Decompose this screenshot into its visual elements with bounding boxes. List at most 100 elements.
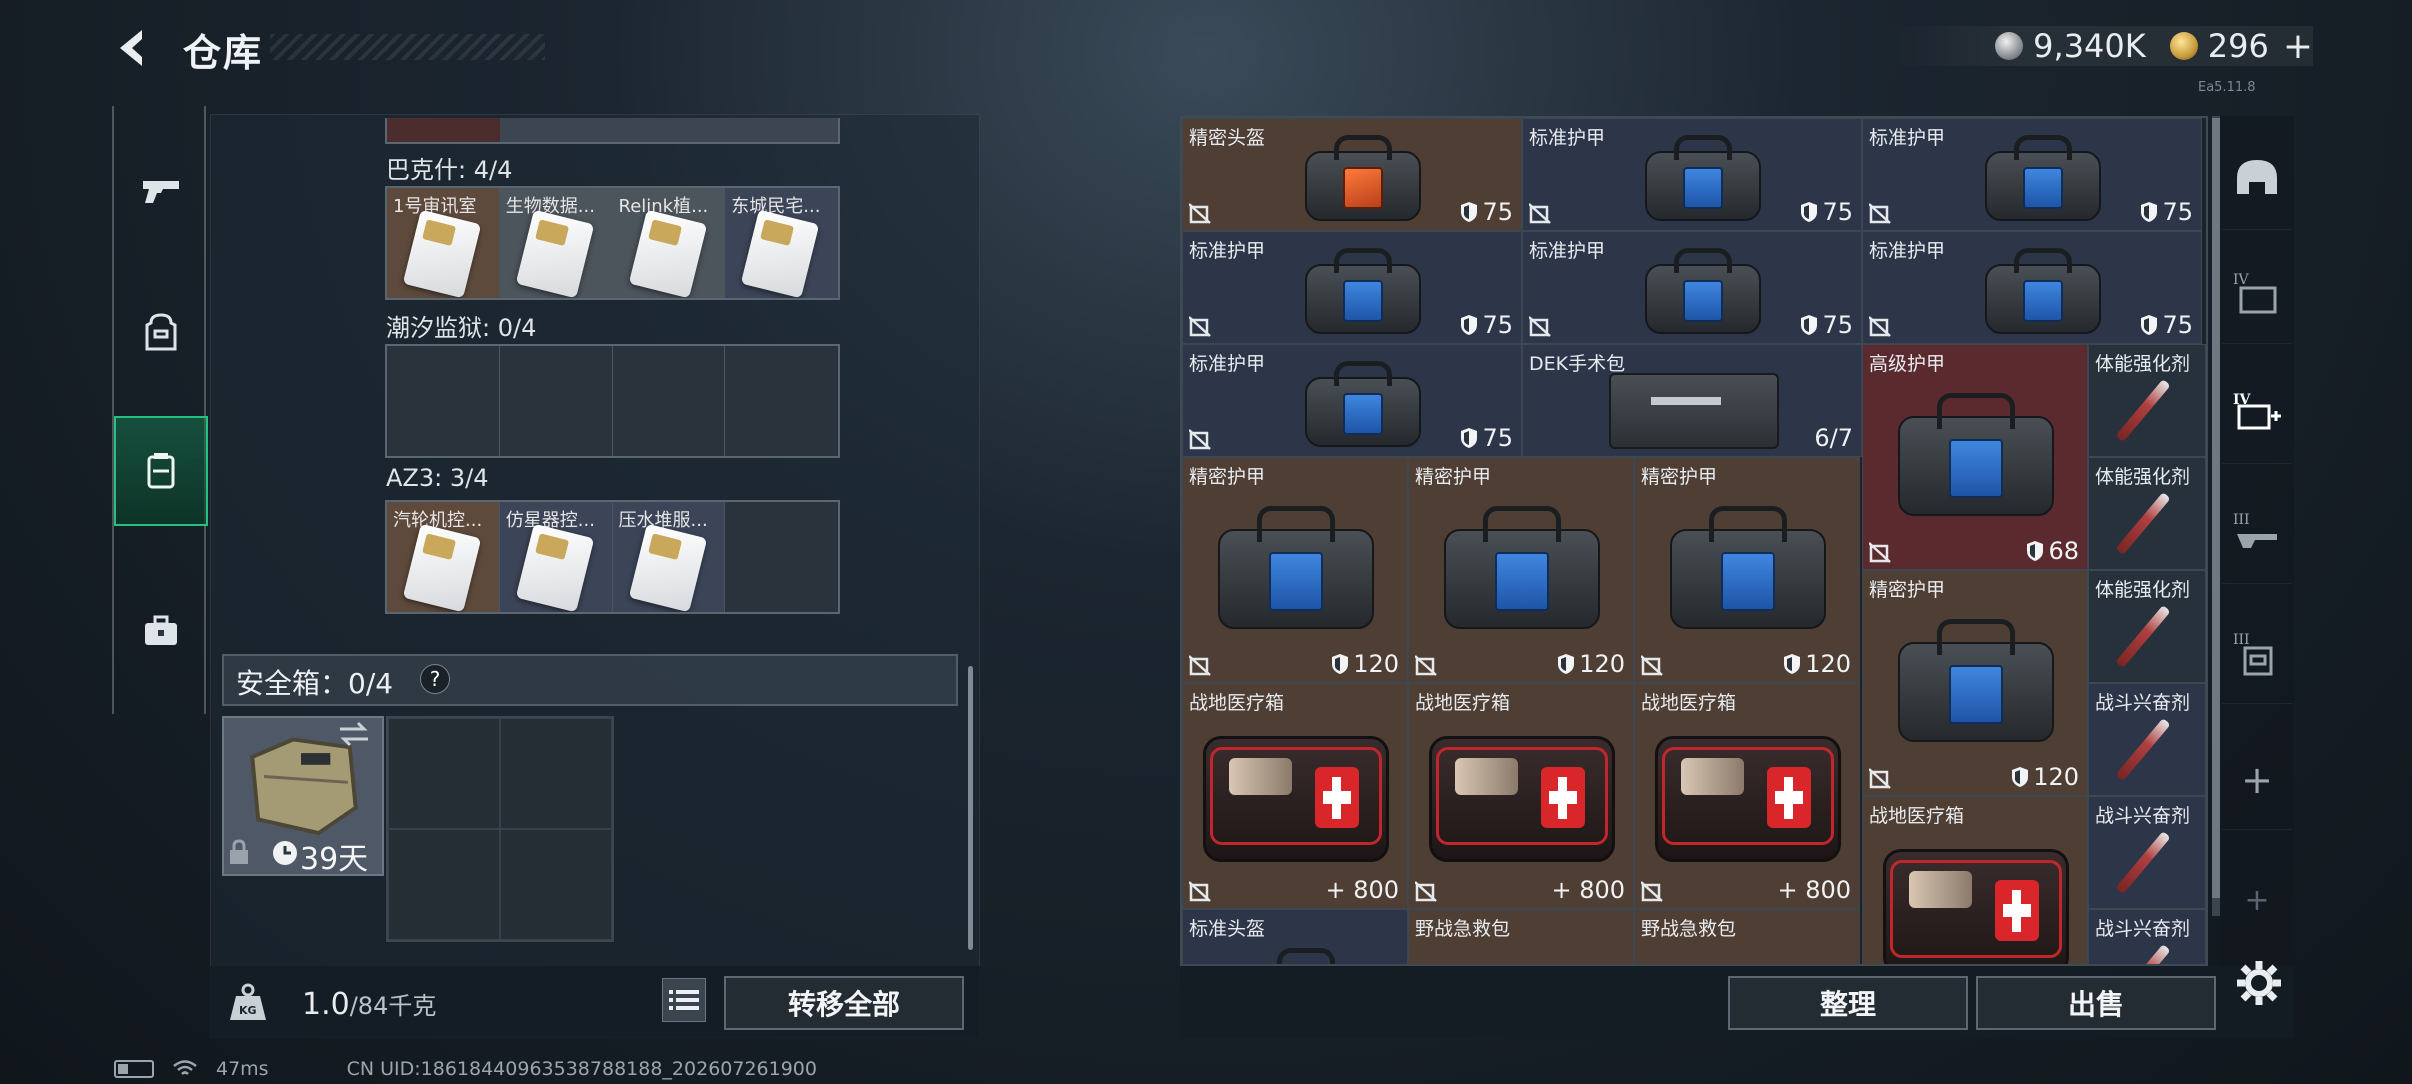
gold-coin-icon [2169, 32, 2198, 60]
syringe-icon [2115, 605, 2171, 669]
filter-weapon-iii[interactable]: III [2222, 484, 2292, 584]
medkit-icon [1429, 722, 1615, 862]
help-icon[interactable]: ? [420, 664, 450, 694]
empty-slot[interactable] [500, 718, 612, 829]
syringe-icon [2115, 831, 2171, 895]
transfer-all-button[interactable]: 转移全部 [724, 976, 964, 1030]
wifi-icon [173, 1060, 197, 1075]
back-icon[interactable] [112, 26, 156, 70]
inventory-item[interactable]: 标准头盔 [1182, 909, 1408, 964]
empty-slot[interactable] [725, 346, 838, 456]
armor-vest-icon [1670, 506, 1826, 634]
nav-supplies[interactable] [114, 576, 208, 686]
inventory-item[interactable]: 精密护甲 120 [1862, 570, 2088, 796]
weight-current: 1.0 [302, 987, 350, 1022]
add-filter-button[interactable]: + [2222, 730, 2292, 830]
uid-text: CN UID:18618440963538788188_202607261900 [346, 1058, 817, 1080]
inventory-item[interactable]: 精密头盔 75 [1182, 118, 1522, 231]
inventory-item[interactable]: 战斗兴奋剂 [2088, 683, 2206, 796]
keycard-slot[interactable]: Relink植... [612, 188, 726, 298]
filter-medical[interactable]: IV [2222, 364, 2292, 464]
item-name: 战地医疗箱 [1189, 692, 1285, 714]
inventory-item[interactable]: 标准护甲 75 [1522, 231, 1862, 344]
inventory-scrollbar[interactable] [2212, 118, 2220, 898]
inventory-item[interactable]: 标准护甲 75 [1862, 118, 2202, 231]
inventory-item[interactable]: 标准护甲 75 [1862, 231, 2202, 344]
filter-backpack-iii[interactable]: III [2222, 604, 2292, 704]
syringe-icon [2115, 944, 2171, 964]
inventory-item[interactable]: 体能强化剂 [2088, 457, 2206, 570]
stash-scrollbar[interactable] [968, 666, 973, 950]
inventory-item[interactable]: 野战急救包 [1408, 909, 1634, 964]
empty-slot[interactable] [500, 829, 612, 940]
nav-containers[interactable] [114, 416, 208, 526]
durability-icon [1461, 315, 1478, 335]
empty-slot[interactable] [612, 346, 726, 456]
inventory-item[interactable]: 战地医疗箱 + 800 [1634, 683, 1860, 909]
empty-slot[interactable] [499, 346, 613, 456]
surgery-kit-icon [1609, 373, 1779, 449]
no-trade-icon [1529, 316, 1551, 337]
inventory-item[interactable]: 标准护甲 75 [1522, 118, 1862, 231]
swap-icon[interactable] [336, 720, 372, 748]
empty-slot[interactable] [388, 718, 500, 829]
durability-icon [1332, 654, 1349, 674]
medkit-icon [1655, 950, 1841, 964]
list-view-button[interactable] [662, 978, 706, 1022]
add-filter-button-2[interactable]: + [2222, 850, 2292, 950]
item-stat: + 800 [1551, 876, 1625, 904]
inventory-item[interactable]: 战地医疗箱 [1862, 796, 2088, 964]
inventory-item[interactable]: 标准护甲 75 [1182, 231, 1522, 344]
empty-slot[interactable] [725, 502, 838, 612]
inventory-item[interactable]: 体能强化剂 [2088, 344, 2206, 457]
inventory-item[interactable]: 精密护甲 120 [1634, 457, 1860, 683]
inventory-item[interactable]: 战斗兴奋剂 [2088, 909, 2206, 964]
inventory-item[interactable]: 战地医疗箱 + 800 [1182, 683, 1408, 909]
nav-weapons[interactable] [114, 136, 208, 246]
organize-button[interactable]: 整理 [1728, 976, 1968, 1030]
filter-helmet[interactable] [2222, 130, 2292, 230]
inventory-item[interactable]: 战斗兴奋剂 [2088, 796, 2206, 909]
keycard-slot[interactable]: 压水堆服... [612, 502, 726, 612]
inventory-item[interactable]: 标准护甲 75 [1182, 344, 1522, 457]
filter-armor-iv[interactable]: IV [2222, 244, 2292, 344]
item-stat-value: 75 [1822, 198, 1853, 226]
inventory-item[interactable]: 精密护甲 120 [1408, 457, 1634, 683]
item-stat: 120 [1783, 650, 1851, 678]
keycard-slot[interactable]: 汽轮机控... [387, 502, 500, 612]
inventory-item[interactable]: 精密护甲 120 [1182, 457, 1408, 683]
syringe-icon [2115, 718, 2171, 782]
nav-backpack[interactable] [114, 276, 208, 386]
keycard-slot[interactable]: 东城民宅... [725, 188, 838, 298]
item-stat-value: 120 [1805, 650, 1851, 678]
empty-slot[interactable] [387, 346, 500, 456]
no-trade-icon [1189, 429, 1211, 450]
card-grid-az3: 汽轮机控... 仿星器控... 压水堆服... [385, 500, 840, 614]
inventory-item[interactable]: 高级护甲 68 [1862, 344, 2088, 570]
item-stat: 120 [1557, 650, 1625, 678]
group-label-tidal-prison: 潮汐监狱: 0/4 [386, 314, 537, 342]
inventory-item[interactable]: 野战急救包 [1634, 909, 1860, 964]
medkit-icon [1429, 950, 1615, 964]
syringe-icon [2115, 492, 2171, 556]
armor-vest-icon [1305, 361, 1421, 451]
item-stat: 75 [2140, 311, 2193, 339]
status-bar: 47ms CN UID:18618440963538788188_2026072… [114, 1058, 817, 1080]
weapon-tier3-icon: III [2233, 512, 2277, 548]
keycard-slot[interactable]: 仿星器控... [499, 502, 613, 612]
inventory-item[interactable]: 战地医疗箱 + 800 [1408, 683, 1634, 909]
keycard-slot[interactable]: 生物数据... [499, 188, 613, 298]
empty-slot[interactable] [388, 829, 500, 940]
keycard-slot[interactable]: 1号审讯室 [387, 188, 500, 298]
gear-icon[interactable] [2234, 958, 2284, 1008]
armor-vest-icon [1985, 135, 2101, 225]
no-trade-icon [1869, 542, 1891, 563]
inventory-item[interactable]: DEK手术包 6/7 [1522, 344, 1862, 457]
add-gold-button[interactable]: + [2283, 26, 2313, 67]
item-name: 精密护甲 [1415, 466, 1492, 488]
inventory-item[interactable]: 体能强化剂 [2088, 570, 2206, 683]
no-trade-icon [1189, 881, 1211, 902]
keycard-icon [628, 209, 707, 298]
no-trade-icon [1189, 203, 1211, 224]
sell-button[interactable]: 出售 [1976, 976, 2216, 1030]
